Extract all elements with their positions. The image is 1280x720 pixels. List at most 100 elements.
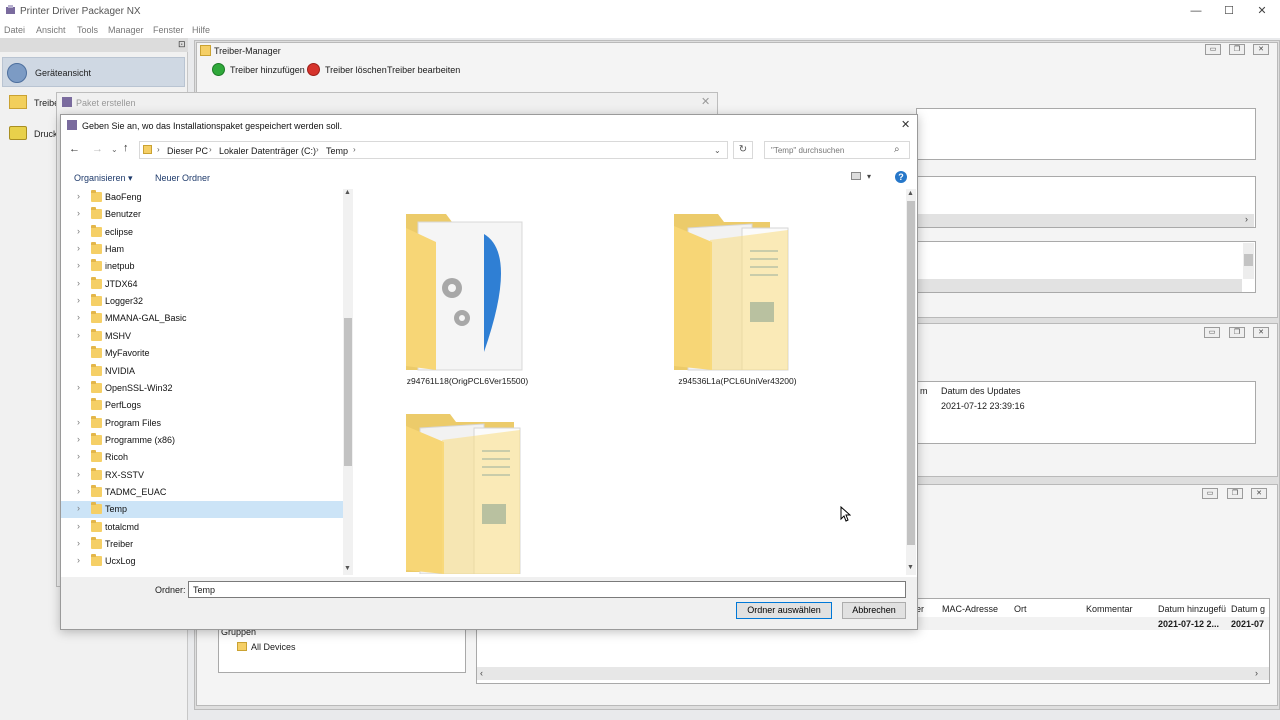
panel-restore-button[interactable]: ❐ bbox=[1227, 488, 1243, 499]
cancel-button[interactable]: Abbrechen bbox=[842, 602, 906, 619]
chevron-right-icon[interactable]: › bbox=[77, 417, 80, 427]
tree-item[interactable]: › UcxLog bbox=[61, 553, 343, 570]
minimize-button[interactable]: — bbox=[1182, 2, 1210, 20]
column-header-date-added[interactable]: Datum hinzugefü bbox=[1158, 604, 1226, 614]
chevron-right-icon[interactable]: › bbox=[77, 382, 80, 392]
horizontal-scrollbar[interactable] bbox=[918, 214, 1254, 227]
chevron-right-icon[interactable]: › bbox=[77, 295, 80, 305]
breadcrumb-temp[interactable]: Temp bbox=[326, 146, 348, 156]
add-driver-button[interactable]: Treiber hinzufügen bbox=[230, 65, 305, 75]
column-header-comment[interactable]: Kommentar bbox=[1086, 604, 1133, 614]
scroll-up-icon[interactable]: ▲ bbox=[344, 189, 351, 196]
column-header-mac[interactable]: MAC-Adresse bbox=[942, 604, 998, 614]
column-header-location[interactable]: Ort bbox=[1014, 604, 1027, 614]
scroll-down-icon[interactable]: ▼ bbox=[344, 565, 351, 572]
chevron-right-icon[interactable]: › bbox=[77, 208, 80, 218]
panel-close-button[interactable]: ✕ bbox=[1251, 488, 1267, 499]
chevron-right-icon[interactable]: › bbox=[77, 243, 80, 253]
panel-restore-button[interactable]: ❐ bbox=[1229, 44, 1245, 55]
chevron-right-icon[interactable]: › bbox=[77, 486, 80, 496]
new-folder-button[interactable]: Neuer Ordner bbox=[155, 173, 210, 183]
breadcrumb-this-pc[interactable]: Dieser PC bbox=[167, 146, 208, 156]
chevron-right-icon[interactable]: › bbox=[77, 451, 80, 461]
tree-item[interactable]: › RX-SSTV bbox=[61, 467, 343, 484]
sidebar-item-devices[interactable]: Geräteansicht bbox=[2, 57, 185, 87]
scroll-down-icon[interactable]: ▼ bbox=[907, 564, 914, 571]
horizontal-scrollbar[interactable] bbox=[477, 667, 1269, 680]
folder-name-input[interactable] bbox=[188, 581, 906, 598]
forward-icon[interactable]: → bbox=[92, 143, 103, 155]
scroll-right-icon[interactable]: › bbox=[1255, 668, 1258, 678]
scrollbar-thumb[interactable] bbox=[344, 318, 352, 466]
panel-close-button[interactable]: ✕ bbox=[1253, 327, 1269, 338]
chevron-right-icon[interactable]: › bbox=[77, 278, 80, 288]
dialog-close-button[interactable]: ✕ bbox=[901, 118, 910, 131]
tree-item[interactable]: › BaoFeng bbox=[61, 189, 343, 206]
delete-driver-button[interactable]: Treiber löschen bbox=[325, 65, 387, 75]
panel-restore-button[interactable]: ❐ bbox=[1229, 327, 1245, 338]
organize-button[interactable]: Organisieren ▾ bbox=[74, 173, 133, 184]
chevron-right-icon[interactable]: › bbox=[77, 191, 80, 201]
chevron-right-icon[interactable]: › bbox=[353, 145, 356, 154]
chevron-right-icon[interactable]: › bbox=[77, 226, 80, 236]
tree-item[interactable]: › Logger32 bbox=[61, 293, 343, 310]
horizontal-scrollbar[interactable] bbox=[918, 279, 1242, 292]
menu-hilfe[interactable]: Hilfe bbox=[192, 25, 210, 35]
select-folder-button[interactable]: Ordner auswählen bbox=[736, 602, 832, 619]
all-devices-item[interactable]: All Devices bbox=[251, 642, 296, 652]
tree-item[interactable]: NVIDIA bbox=[61, 363, 343, 380]
chevron-right-icon[interactable]: › bbox=[77, 469, 80, 479]
scrollbar-thumb[interactable] bbox=[907, 201, 915, 545]
view-options-icon[interactable] bbox=[851, 172, 861, 180]
chevron-right-icon[interactable]: › bbox=[77, 260, 80, 270]
chevron-right-icon[interactable]: › bbox=[77, 312, 80, 322]
chevron-down-icon[interactable]: ⌄ bbox=[714, 146, 721, 155]
recent-locations-icon[interactable]: ⌄ bbox=[111, 145, 118, 154]
up-icon[interactable]: ↑ bbox=[123, 142, 129, 154]
panel-minimize-button[interactable]: ▭ bbox=[1205, 44, 1221, 55]
scroll-up-icon[interactable]: ▲ bbox=[907, 190, 914, 197]
tree-item[interactable]: › totalcmd bbox=[61, 519, 343, 536]
tree-item[interactable]: › MMANA-GAL_Basic bbox=[61, 310, 343, 327]
scrollbar-thumb[interactable] bbox=[1244, 254, 1253, 266]
tree-item[interactable]: › TADMC_EUAC bbox=[61, 484, 343, 501]
tree-item[interactable]: › Ricoh bbox=[61, 449, 343, 466]
close-button[interactable]: ✕ bbox=[1248, 2, 1276, 20]
tree-item[interactable]: › eclipse bbox=[61, 224, 343, 241]
file-item[interactable] bbox=[400, 410, 530, 574]
menu-tools[interactable]: Tools bbox=[77, 25, 98, 35]
tree-item[interactable]: MyFavorite bbox=[61, 345, 343, 362]
refresh-button[interactable]: ↻ bbox=[733, 141, 753, 159]
maximize-button[interactable]: ☐ bbox=[1215, 2, 1243, 20]
menu-manager[interactable]: Manager bbox=[108, 25, 144, 35]
tree-item[interactable]: › Benutzer bbox=[61, 206, 343, 223]
file-item[interactable]: z94536L1a(PCL6UniVer43200) bbox=[670, 210, 800, 390]
tree-item[interactable]: › JTDX64 bbox=[61, 276, 343, 293]
edit-driver-button[interactable]: Treiber bearbeiten bbox=[387, 65, 460, 75]
column-header-date[interactable]: Datum g bbox=[1231, 604, 1265, 614]
tree-item[interactable]: › Program Files bbox=[61, 415, 343, 432]
tree-item[interactable]: › Ham bbox=[61, 241, 343, 258]
column-header-update-date[interactable]: Datum des Updates bbox=[941, 386, 1021, 396]
menu-fenster[interactable]: Fenster bbox=[153, 25, 184, 35]
search-icon[interactable]: ⌕ bbox=[894, 144, 900, 155]
menu-datei[interactable]: Datei bbox=[4, 25, 25, 35]
menu-ansicht[interactable]: Ansicht bbox=[36, 25, 66, 35]
chevron-right-icon[interactable]: › bbox=[77, 503, 80, 513]
chevron-right-icon[interactable]: › bbox=[77, 538, 80, 548]
scroll-left-icon[interactable]: ‹ bbox=[480, 668, 483, 678]
pin-icon[interactable]: ⊡ bbox=[178, 39, 186, 50]
chevron-down-icon[interactable]: ▾ bbox=[867, 172, 871, 181]
panel-minimize-button[interactable]: ▭ bbox=[1204, 327, 1220, 338]
tree-item[interactable]: › Temp bbox=[61, 501, 343, 519]
tree-item[interactable]: › OpenSSL-Win32 bbox=[61, 380, 343, 397]
scroll-right-icon[interactable]: › bbox=[1245, 214, 1248, 224]
back-icon[interactable]: ← bbox=[69, 143, 80, 155]
paket-close-button[interactable]: ✕ bbox=[701, 95, 710, 108]
help-icon[interactable]: ? bbox=[895, 171, 907, 183]
chevron-right-icon[interactable]: › bbox=[77, 330, 80, 340]
tree-item[interactable]: › MSHV bbox=[61, 328, 343, 345]
tree-item[interactable]: › inetpub bbox=[61, 258, 343, 275]
tree-item[interactable]: PerfLogs bbox=[61, 397, 343, 414]
tree-item[interactable]: › Programme (x86) bbox=[61, 432, 343, 449]
